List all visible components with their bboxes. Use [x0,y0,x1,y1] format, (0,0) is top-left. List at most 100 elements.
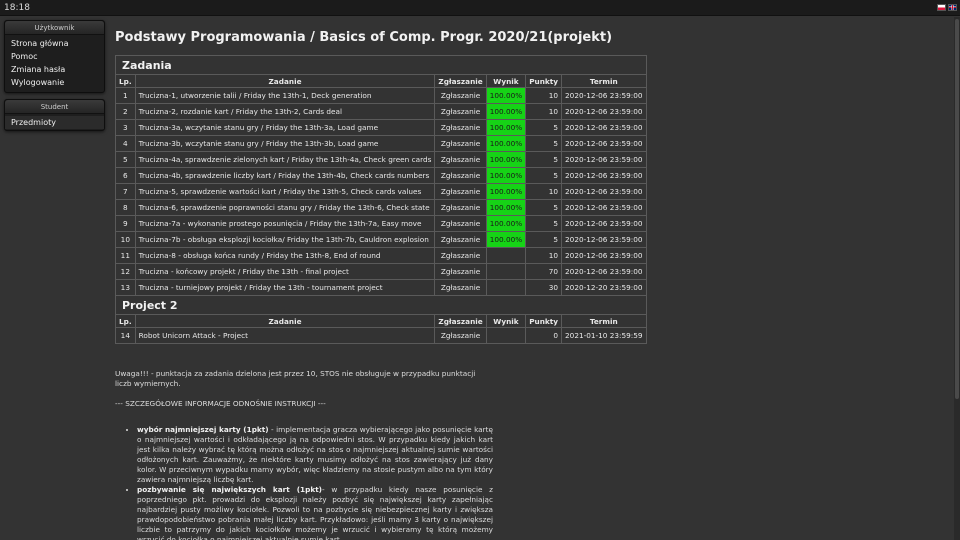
table-row: 12 Trucizna - końcowy projekt / Friday th… [115,263,647,280]
task-link[interactable]: Trucizna-5, sprawdzenie wartości kart / … [134,183,436,200]
submit-link[interactable]: Zgłaszanie [434,231,487,248]
nav-courses-link[interactable]: Przedmioty [5,116,104,129]
col-task-header: Zadanie [134,74,436,88]
submit-link[interactable]: Zgłaszanie [434,247,487,264]
task-link[interactable]: Trucizna-7b - obsługa eksplozji kociołka… [134,231,436,248]
page-title: Podstawy Programowania / Basics of Comp.… [115,30,613,45]
table-row: 11 Trucizna-8 - obsługa końca rundy / Fri… [115,247,647,264]
col-lp-header: Lp. [115,74,136,88]
instruction-item: wybór najmniejszej karty (1pkt) - implem… [137,425,493,485]
section-title: Project 2 [115,295,647,315]
submit-link[interactable]: Zgłaszanie [434,183,487,200]
cell-points: 10 [525,87,563,104]
page-scrollbar[interactable] [954,17,960,540]
table-row: 3 Trucizna-3a, wczytanie stanu gry / Frid… [115,119,647,136]
submit-link[interactable]: Zgłaszanie [434,199,487,216]
cell-lp: 9 [115,215,136,232]
task-link[interactable]: Trucizna-3a, wczytanie stanu gry / Frida… [134,119,436,136]
col-points-header: Punkty [525,74,563,88]
instruction-term: pozbywanie się największych kart (1pkt) [137,485,323,494]
cell-lp: 7 [115,183,136,200]
submit-link[interactable]: Zgłaszanie [434,215,487,232]
table-row: 8 Trucizna-6, sprawdzenie poprawności sta… [115,199,647,216]
task-link[interactable]: Trucizna-4b, sprawdzenie liczby kart / F… [134,167,436,184]
cell-term: 2020-12-06 23:59:00 [561,183,647,200]
nav-home-link[interactable]: Strona główna [5,37,104,50]
table-row: 13 Trucizna - turniejowy projekt / Friday… [115,279,647,296]
task-link[interactable]: Trucizna-6, sprawdzenie poprawności stan… [134,199,436,216]
cell-lp: 4 [115,135,136,152]
cell-term: 2020-12-06 23:59:00 [561,231,647,248]
scrollbar-thumb[interactable] [955,19,959,399]
result-cell: 100.00% [485,119,527,136]
cell-term: 2021-01-10 23:59:59 [561,327,647,344]
cell-term: 2020-12-06 23:59:00 [561,103,647,120]
cell-points: 10 [525,183,563,200]
cell-lp: 5 [115,151,136,168]
cell-points: 0 [525,327,563,344]
result-cell: 100.00% [485,183,527,200]
cell-points: 5 [525,199,563,216]
section-title: Zadania [115,55,647,75]
cell-points: 30 [525,279,563,296]
submit-link[interactable]: Zgłaszanie [434,279,487,296]
result-cell [485,247,527,264]
task-link[interactable]: Trucizna-3b, wczytanie stanu gry / Frida… [134,135,436,152]
table-header-row: Lp. Zadanie Zgłaszanie Wynik Punkty Termin [115,314,647,328]
tasks-table: Zadania Lp. Zadanie Zgłaszanie Wynik Punkty Te… [115,55,647,344]
submit-link[interactable]: Zgłaszanie [434,167,487,184]
cell-term: 2020-12-06 23:59:00 [561,199,647,216]
cell-lp: 11 [115,247,136,264]
col-result-header: Wynik [485,314,527,328]
cell-points: 70 [525,263,563,280]
col-term-header: Termin [561,314,647,328]
student-panel: Student Przedmioty [4,99,105,131]
instruction-term: wybór najmniejszej karty (1pkt) [137,425,269,434]
cell-lp: 12 [115,263,136,280]
task-link[interactable]: Trucizna-7a - wykonanie prostego posunię… [134,215,436,232]
task-link[interactable]: Trucizna - końcowy projekt / Friday the … [134,263,436,280]
submit-link[interactable]: Zgłaszanie [434,119,487,136]
student-panel-header: Student [5,100,104,114]
cell-lp: 3 [115,119,136,136]
submit-link[interactable]: Zgłaszanie [434,263,487,280]
cell-lp: 8 [115,199,136,216]
result-cell: 100.00% [485,103,527,120]
nav-logout-link[interactable]: Wylogowanie [5,76,104,89]
english-flag-icon[interactable] [948,4,957,11]
cell-lp: 14 [115,327,136,344]
cell-points: 10 [525,247,563,264]
col-submit-header: Zgłaszanie [434,314,487,328]
table-row: 7 Trucizna-5, sprawdzenie wartości kart /… [115,183,647,200]
submit-link[interactable]: Zgłaszanie [434,135,487,152]
task-link[interactable]: Trucizna-2, rozdanie kart / Friday the 1… [134,103,436,120]
task-link[interactable]: Trucizna-4a, sprawdzenie zielonych kart … [134,151,436,168]
table-row: 9 Trucizna-7a - wykonanie prostego posuni… [115,215,647,232]
nav-help-link[interactable]: Pomoc [5,50,104,63]
table-row: 14 Robot Unicorn Attack - Project Zgłaszan… [115,327,647,344]
instructions-list: wybór najmniejszej karty (1pkt) - implem… [115,425,493,540]
result-cell: 100.00% [485,215,527,232]
polish-flag-icon[interactable] [937,4,946,11]
submit-link[interactable]: Zgłaszanie [434,103,487,120]
task-link[interactable]: Trucizna-1, utworzenie talii / Friday th… [134,87,436,104]
cell-term: 2020-12-06 23:59:00 [561,263,647,280]
cell-term: 2020-12-20 23:59:00 [561,279,647,296]
col-submit-header: Zgłaszanie [434,74,487,88]
col-lp-header: Lp. [115,314,136,328]
result-cell: 100.00% [485,231,527,248]
task-link[interactable]: Trucizna - turniejowy projekt / Friday t… [134,279,436,296]
task-link[interactable]: Robot Unicorn Attack - Project [134,327,436,344]
col-result-header: Wynik [485,74,527,88]
submit-link[interactable]: Zgłaszanie [434,327,487,344]
cell-term: 2020-12-06 23:59:00 [561,215,647,232]
task-link[interactable]: Trucizna-8 - obsługa końca rundy / Frida… [134,247,436,264]
table-row: 2 Trucizna-2, rozdanie kart / Friday the … [115,103,647,120]
section-title-row: Zadania [115,55,647,75]
cell-points: 5 [525,151,563,168]
submit-link[interactable]: Zgłaszanie [434,151,487,168]
nav-change-password-link[interactable]: Zmiana hasła [5,63,104,76]
col-term-header: Termin [561,74,647,88]
result-cell: 100.00% [485,199,527,216]
submit-link[interactable]: Zgłaszanie [434,87,487,104]
